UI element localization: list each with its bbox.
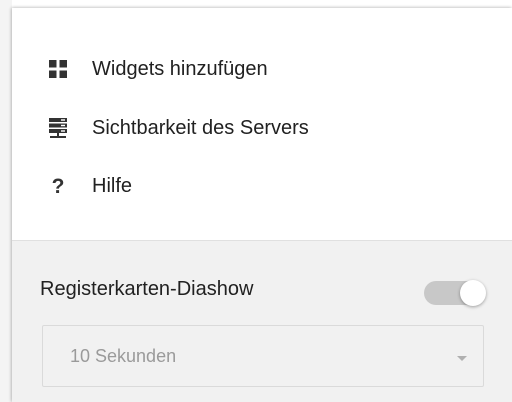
chevron-down-icon [457,356,467,361]
slideshow-label: Registerkarten-Diashow [40,278,254,300]
interval-select[interactable]: 10 Sekunden [42,325,484,387]
toggle-knob [460,280,486,306]
help-icon: ? [48,174,68,198]
background-page-edge [0,0,12,402]
menu-item-add-widgets[interactable]: Widgets hinzufügen [12,46,512,92]
help-glyph: ? [51,174,65,198]
menu-item-help[interactable]: ? Hilfe [12,163,512,209]
grid-icon [48,59,68,79]
menu-item-label: Sichtbarkeit des Servers [92,116,309,139]
menu-item-server-visibility[interactable]: Sichtbarkeit des Servers [12,105,512,151]
screen: Widgets hinzufügen Sichtbarkeit des Serv… [0,0,512,402]
server-icon [48,118,68,138]
interval-select-value: 10 Sekunden [70,346,177,366]
menu-item-label: Widgets hinzufügen [92,57,268,80]
menu-item-label: Hilfe [92,174,133,197]
dropdown-menu-panel: Widgets hinzufügen Sichtbarkeit des Serv… [12,8,512,402]
slideshow-toggle[interactable] [424,280,486,306]
settings-section: Registerkarten-Diashow 10 Sekunden [12,240,512,402]
